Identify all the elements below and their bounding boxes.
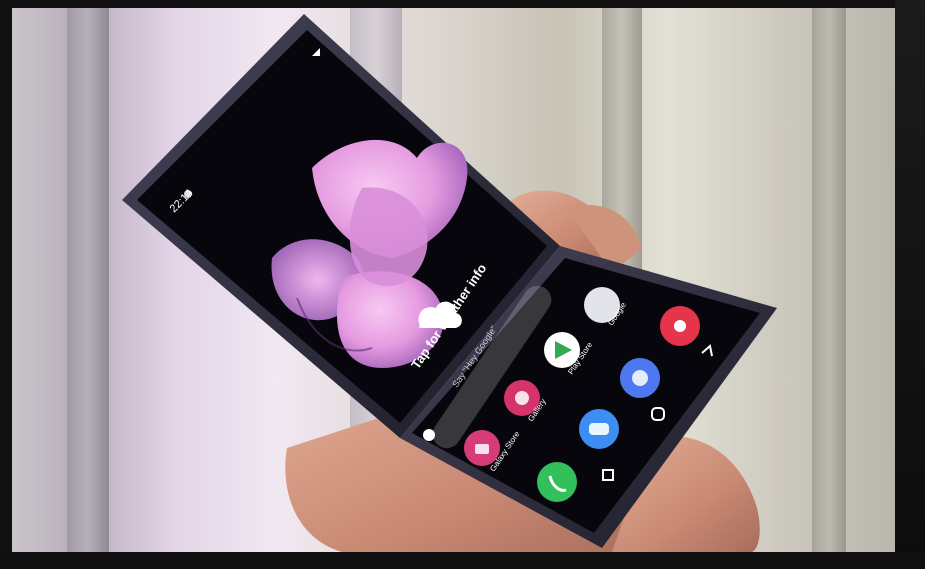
status-icon	[184, 190, 192, 198]
google-icon	[423, 429, 435, 441]
bottom-border	[0, 552, 925, 569]
right-border	[895, 0, 925, 569]
phone-icon[interactable]	[537, 462, 577, 502]
phone-scene: 22:14 Tap for weather info Say "Hey Goog…	[122, 14, 777, 552]
photo-frame: 22:14 Tap for weather info Say "Hey Goog…	[12, 8, 895, 552]
